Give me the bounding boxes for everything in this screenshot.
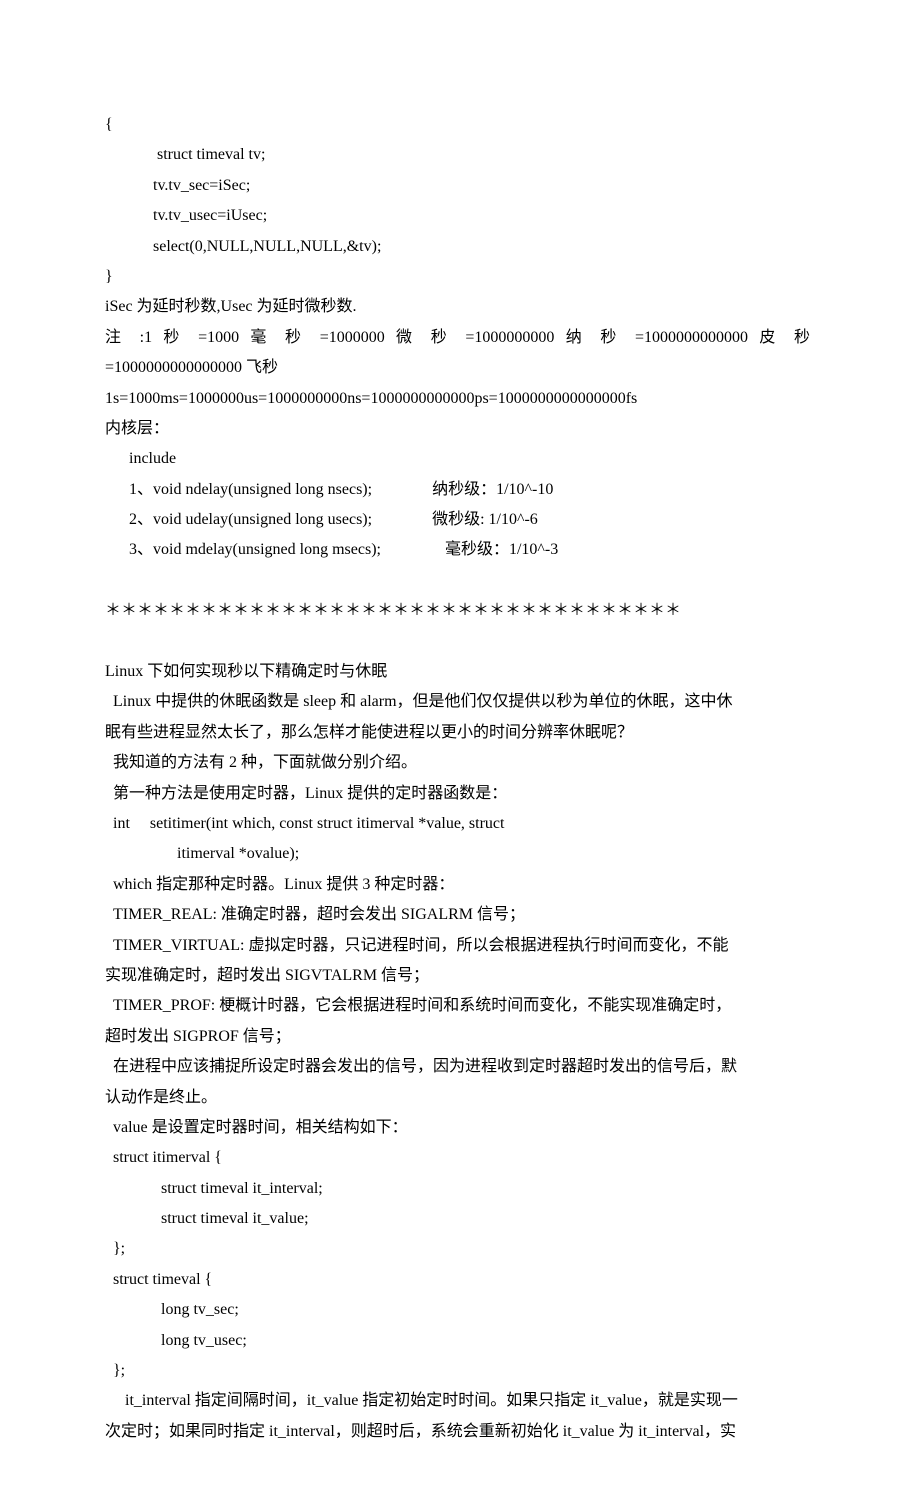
text-line: [105, 566, 810, 596]
text-line: select(0,NULL,NULL,NULL,&tv);: [105, 232, 810, 262]
text-line: TIMER_REAL: 准确定时器，超时会发出 SIGALRM 信号；: [105, 900, 810, 930]
text-line: 注 :1 秒 =1000 毫 秒 =1000000 微 秒 =100000000…: [105, 323, 810, 353]
text-line: Linux 下如何实现秒以下精确定时与休眠: [105, 657, 810, 687]
text-line: tv.tv_sec=iSec;: [105, 171, 810, 201]
text-line: 3、void mdelay(unsigned long msecs); 毫秒级：…: [105, 535, 810, 565]
text-line: long tv_usec;: [105, 1326, 810, 1356]
text-line: itimerval *ovalue);: [105, 839, 810, 869]
text-line: 实现准确定时，超时发出 SIGVTALRM 信号；: [105, 961, 810, 991]
text-line: value 是设置定时器时间，相关结构如下：: [105, 1113, 810, 1143]
text-line: 超时发出 SIGPROF 信号；: [105, 1022, 810, 1052]
text-line: 1、void ndelay(unsigned long nsecs); 纳秒级：…: [105, 475, 810, 505]
text-line: struct timeval tv;: [105, 140, 810, 170]
text-line: TIMER_PROF: 梗概计时器，它会根据进程时间和系统时间而变化，不能实现准…: [105, 991, 810, 1021]
text-line: struct timeval it_value;: [105, 1204, 810, 1234]
text-line: 我知道的方法有 2 种，下面就做分别介绍。: [105, 748, 810, 778]
text-line: 第一种方法是使用定时器，Linux 提供的定时器函数是：: [105, 779, 810, 809]
text-line: 1s=1000ms=1000000us=1000000000ns=1000000…: [105, 384, 810, 414]
document-page: { struct timeval tv; tv.tv_sec=iSec; tv.…: [0, 0, 920, 1507]
text-line: 次定时；如果同时指定 it_interval，则超时后，系统会重新初始化 it_…: [105, 1417, 810, 1447]
text-line: };: [105, 1234, 810, 1264]
text-line: 在进程中应该捕捉所设定时器会发出的信号，因为进程收到定时器超时发出的信号后，默: [105, 1052, 810, 1082]
document-body: { struct timeval tv; tv.tv_sec=iSec; tv.…: [105, 110, 810, 1447]
text-line: tv.tv_usec=iUsec;: [105, 201, 810, 231]
text-line: struct timeval {: [105, 1265, 810, 1295]
text-line: {: [105, 110, 810, 140]
text-line: 眠有些进程显然太长了，那么怎样才能使进程以更小的时间分辨率休眠呢？: [105, 718, 810, 748]
text-line: 认动作是终止。: [105, 1083, 810, 1113]
text-line: }: [105, 262, 810, 292]
text-line: ＊＊＊＊＊＊＊＊＊＊＊＊＊＊＊＊＊＊＊＊＊＊＊＊＊＊＊＊＊＊＊＊＊＊＊＊: [105, 596, 810, 626]
text-line: struct itimerval {: [105, 1143, 810, 1173]
text-line: which 指定那种定时器。Linux 提供 3 种定时器：: [105, 870, 810, 900]
text-line: Linux 中提供的休眠函数是 sleep 和 alarm，但是他们仅仅提供以秒…: [105, 687, 810, 717]
text-line: iSec 为延时秒数,Usec 为延时微秒数.: [105, 292, 810, 322]
text-line: [105, 627, 810, 657]
text-line: long tv_sec;: [105, 1295, 810, 1325]
text-line: include: [105, 444, 810, 474]
text-line: int setitimer(int which, const struct it…: [105, 809, 810, 839]
text-line: 2、void udelay(unsigned long usecs); 微秒级:…: [105, 505, 810, 535]
text-line: it_interval 指定间隔时间，it_value 指定初始定时时间。如果只…: [105, 1386, 810, 1416]
text-line: 内核层：: [105, 414, 810, 444]
text-line: struct timeval it_interval;: [105, 1174, 810, 1204]
text-line: =1000000000000000 飞秒: [105, 353, 810, 383]
text-line: TIMER_VIRTUAL: 虚拟定时器，只记进程时间，所以会根据进程执行时间而…: [105, 931, 810, 961]
text-line: };: [105, 1356, 810, 1386]
